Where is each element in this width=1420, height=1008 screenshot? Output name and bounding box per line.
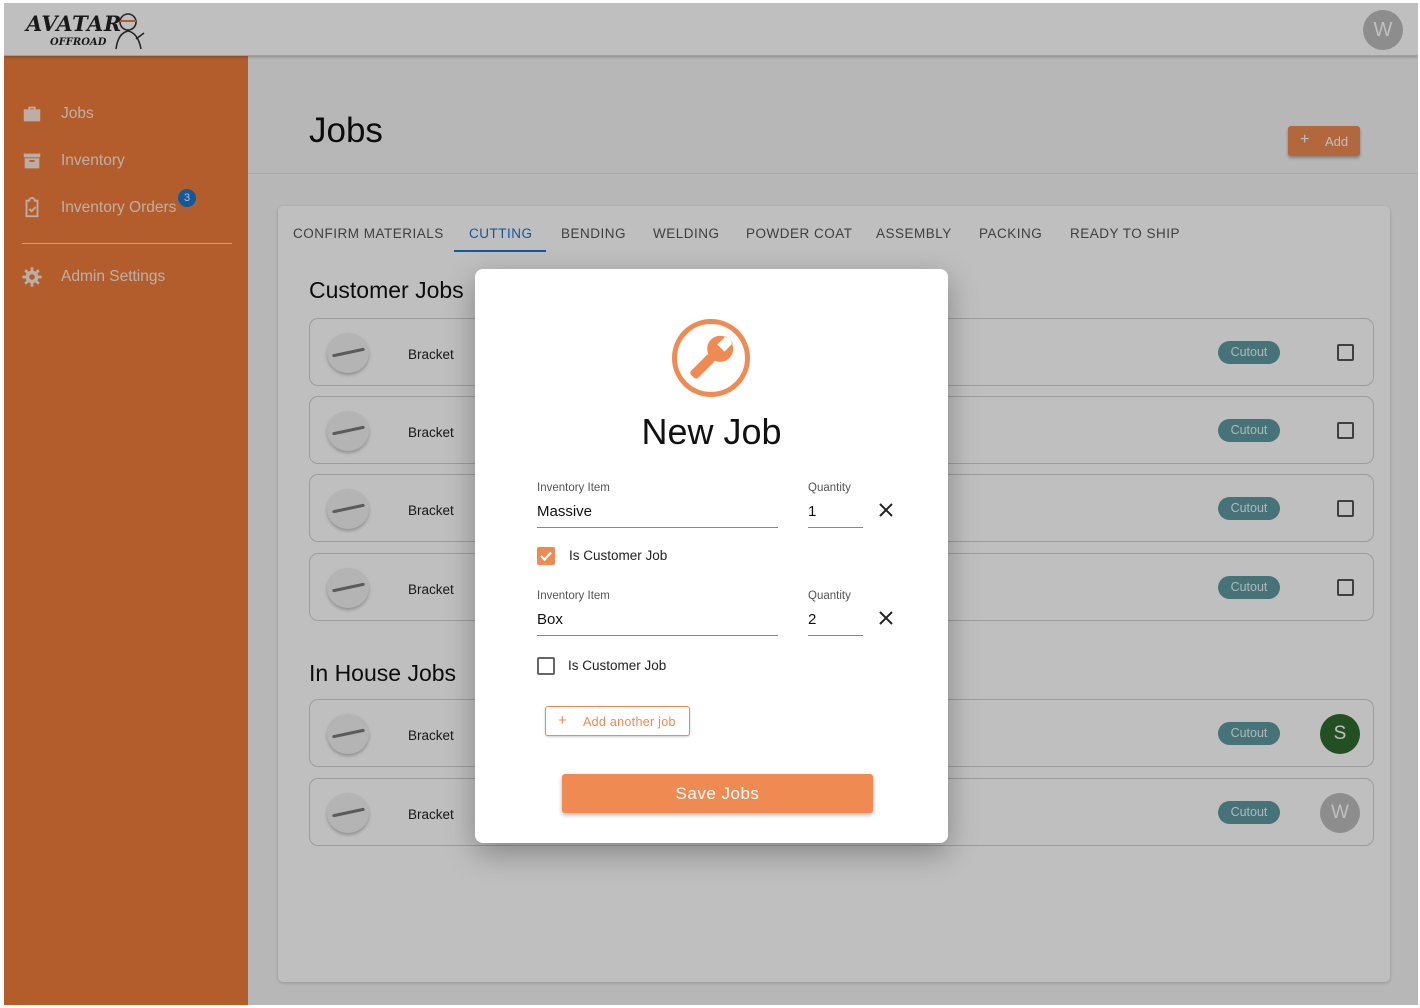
close-icon[interactable]: [877, 501, 895, 519]
add-another-job-button[interactable]: + Add another job: [545, 706, 690, 736]
customer-job-checkbox[interactable]: [537, 657, 555, 675]
quantity-label: Quantity: [808, 590, 851, 602]
add-another-label: Add another job: [583, 715, 676, 729]
customer-job-label: Is Customer Job: [569, 548, 668, 563]
save-jobs-button[interactable]: Save Jobs: [562, 774, 873, 813]
close-icon[interactable]: [877, 609, 895, 627]
plus-icon: +: [558, 712, 567, 729]
inventory-item-field[interactable]: Massive: [537, 503, 592, 520]
quantity-label: Quantity: [808, 482, 851, 494]
quantity-field[interactable]: 2: [808, 611, 816, 628]
check-icon: [540, 551, 552, 562]
inventory-item-field[interactable]: Box: [537, 611, 563, 628]
dialog-title: New Job: [641, 411, 782, 452]
field-underline: [537, 635, 778, 636]
customer-job-label: Is Customer Job: [568, 658, 667, 673]
field-underline: [808, 635, 863, 636]
wrench-icon: [672, 319, 750, 397]
app-window: AVATAR OFFROAD W Jobs Inventory Inventor…: [4, 3, 1418, 1005]
inventory-item-label: Inventory Item: [537, 590, 610, 602]
inventory-item-label: Inventory Item: [537, 482, 610, 494]
field-underline: [808, 527, 863, 528]
new-job-dialog: New Job Inventory Item Massive Quantity …: [475, 269, 948, 843]
quantity-field[interactable]: 1: [808, 503, 816, 520]
field-underline: [537, 527, 778, 528]
customer-job-checkbox[interactable]: [537, 547, 555, 565]
